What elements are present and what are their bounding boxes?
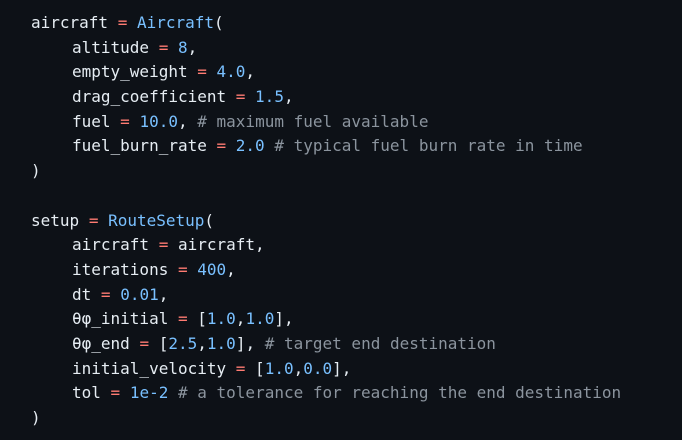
list-close: ] <box>274 309 284 329</box>
code-line-arg: fuel = 10.0, # maximum fuel available <box>31 110 682 135</box>
code-comment: # a tolerance for reaching the end desti… <box>178 383 622 403</box>
arg-comma: , <box>177 111 188 131</box>
list-comma: , <box>293 358 304 378</box>
arg-comma: , <box>283 87 294 107</box>
arg-name: fuel_burn_rate <box>72 136 207 156</box>
code-line-arg: tol = 1e-2 # a tolerance for reaching th… <box>31 381 682 406</box>
arg-name: aircraft <box>72 235 150 255</box>
close-paren: ) <box>31 161 41 181</box>
open-paren: ( <box>204 210 215 230</box>
arg-operator: = <box>110 383 121 403</box>
arg-operator: = <box>197 62 207 82</box>
arg-value: 1.5 <box>255 87 284 107</box>
code-comment: # target end destination <box>264 333 496 353</box>
code-line-aircraft-assign: aircraft = Aircraft( <box>31 11 682 36</box>
arg-name: drag_coefficient <box>72 87 227 107</box>
code-line-close: ) <box>31 159 682 184</box>
code-line-arg: iterations = 400, <box>31 258 682 283</box>
code-line-arg: empty_weight = 4.0, <box>31 60 682 85</box>
arg-operator: = <box>120 111 130 131</box>
list-value: 1.0 <box>206 309 236 329</box>
list-comma: , <box>197 333 207 353</box>
arg-comma: , <box>245 333 256 353</box>
arg-name: initial_velocity <box>72 358 227 378</box>
arg-value: 0.01 <box>120 284 159 304</box>
code-line-arg: θφ_initial = [1.0,1.0], <box>31 307 682 332</box>
list-close: ] <box>235 333 246 353</box>
arg-value: 8 <box>177 37 188 57</box>
arg-value: 2.0 <box>235 136 265 156</box>
list-value: 1.0 <box>245 309 275 329</box>
variable-name: aircraft <box>31 13 109 32</box>
code-block: aircraft = Aircraft( altitude = 8, empty… <box>0 0 682 440</box>
arg-operator: = <box>158 37 169 57</box>
arg-comma: , <box>226 259 236 279</box>
assign-operator: = <box>117 13 128 32</box>
arg-value: 10.0 <box>139 111 178 131</box>
arg-comma: , <box>245 62 256 82</box>
code-line-arg: initial_velocity = [1.0,0.0], <box>31 357 682 382</box>
list-value: 0.0 <box>303 358 333 378</box>
code-line-arg: θφ_end = [2.5,1.0], # target end destina… <box>31 332 682 357</box>
variable-name: setup <box>31 210 80 230</box>
code-line-arg: aircraft = aircraft, <box>31 233 682 258</box>
arg-name: tol <box>72 383 101 403</box>
arg-value: aircraft <box>177 235 256 255</box>
arg-operator: = <box>235 358 246 378</box>
close-paren: ) <box>31 408 41 427</box>
code-line-arg: altitude = 8, <box>31 36 682 61</box>
list-open: [ <box>158 333 169 353</box>
arg-value: 1e-2 <box>129 383 169 403</box>
assign-operator: = <box>88 210 99 230</box>
code-line-setup-assign: setup = RouteSetup( <box>31 209 682 234</box>
code-line-arg: drag_coefficient = 1.5, <box>31 85 682 110</box>
arg-operator: = <box>158 235 169 255</box>
class-call: RouteSetup <box>108 210 205 230</box>
arg-name: empty_weight <box>72 62 188 82</box>
arg-name: fuel <box>72 111 111 131</box>
arg-name: altitude <box>72 37 150 57</box>
class-call: Aircraft <box>136 13 215 32</box>
arg-value: 400 <box>197 259 227 279</box>
list-value: 2.5 <box>168 333 198 353</box>
arg-comma: , <box>187 37 198 57</box>
code-comment: # typical fuel burn rate in time <box>274 136 583 156</box>
list-comma: , <box>235 309 246 329</box>
code-line-close: ) <box>31 406 682 431</box>
arg-operator: = <box>139 333 150 353</box>
arg-comma: , <box>158 284 169 304</box>
arg-name: dt <box>72 284 92 304</box>
list-value: 1.0 <box>206 333 236 353</box>
code-line-arg: dt = 0.01, <box>31 283 682 308</box>
arg-comma: , <box>255 235 265 255</box>
open-paren: ( <box>214 13 224 32</box>
list-open: [ <box>255 358 265 378</box>
arg-name: iterations <box>72 259 169 279</box>
arg-operator: = <box>216 136 227 156</box>
arg-name: θφ_initial <box>72 309 169 329</box>
list-open: [ <box>197 309 207 329</box>
arg-name: θφ_end <box>72 333 130 353</box>
arg-operator: = <box>235 87 246 107</box>
arg-comma: , <box>341 358 352 378</box>
code-line-arg: fuel_burn_rate = 2.0 # typical fuel burn… <box>31 134 682 159</box>
arg-operator: = <box>100 284 111 304</box>
arg-value: 4.0 <box>216 62 246 82</box>
arg-operator: = <box>177 309 188 329</box>
list-close: ] <box>332 358 342 378</box>
arg-comma: , <box>283 309 294 329</box>
list-value: 1.0 <box>264 358 294 378</box>
code-comment: # maximum fuel available <box>197 111 429 131</box>
arg-operator: = <box>177 259 188 279</box>
